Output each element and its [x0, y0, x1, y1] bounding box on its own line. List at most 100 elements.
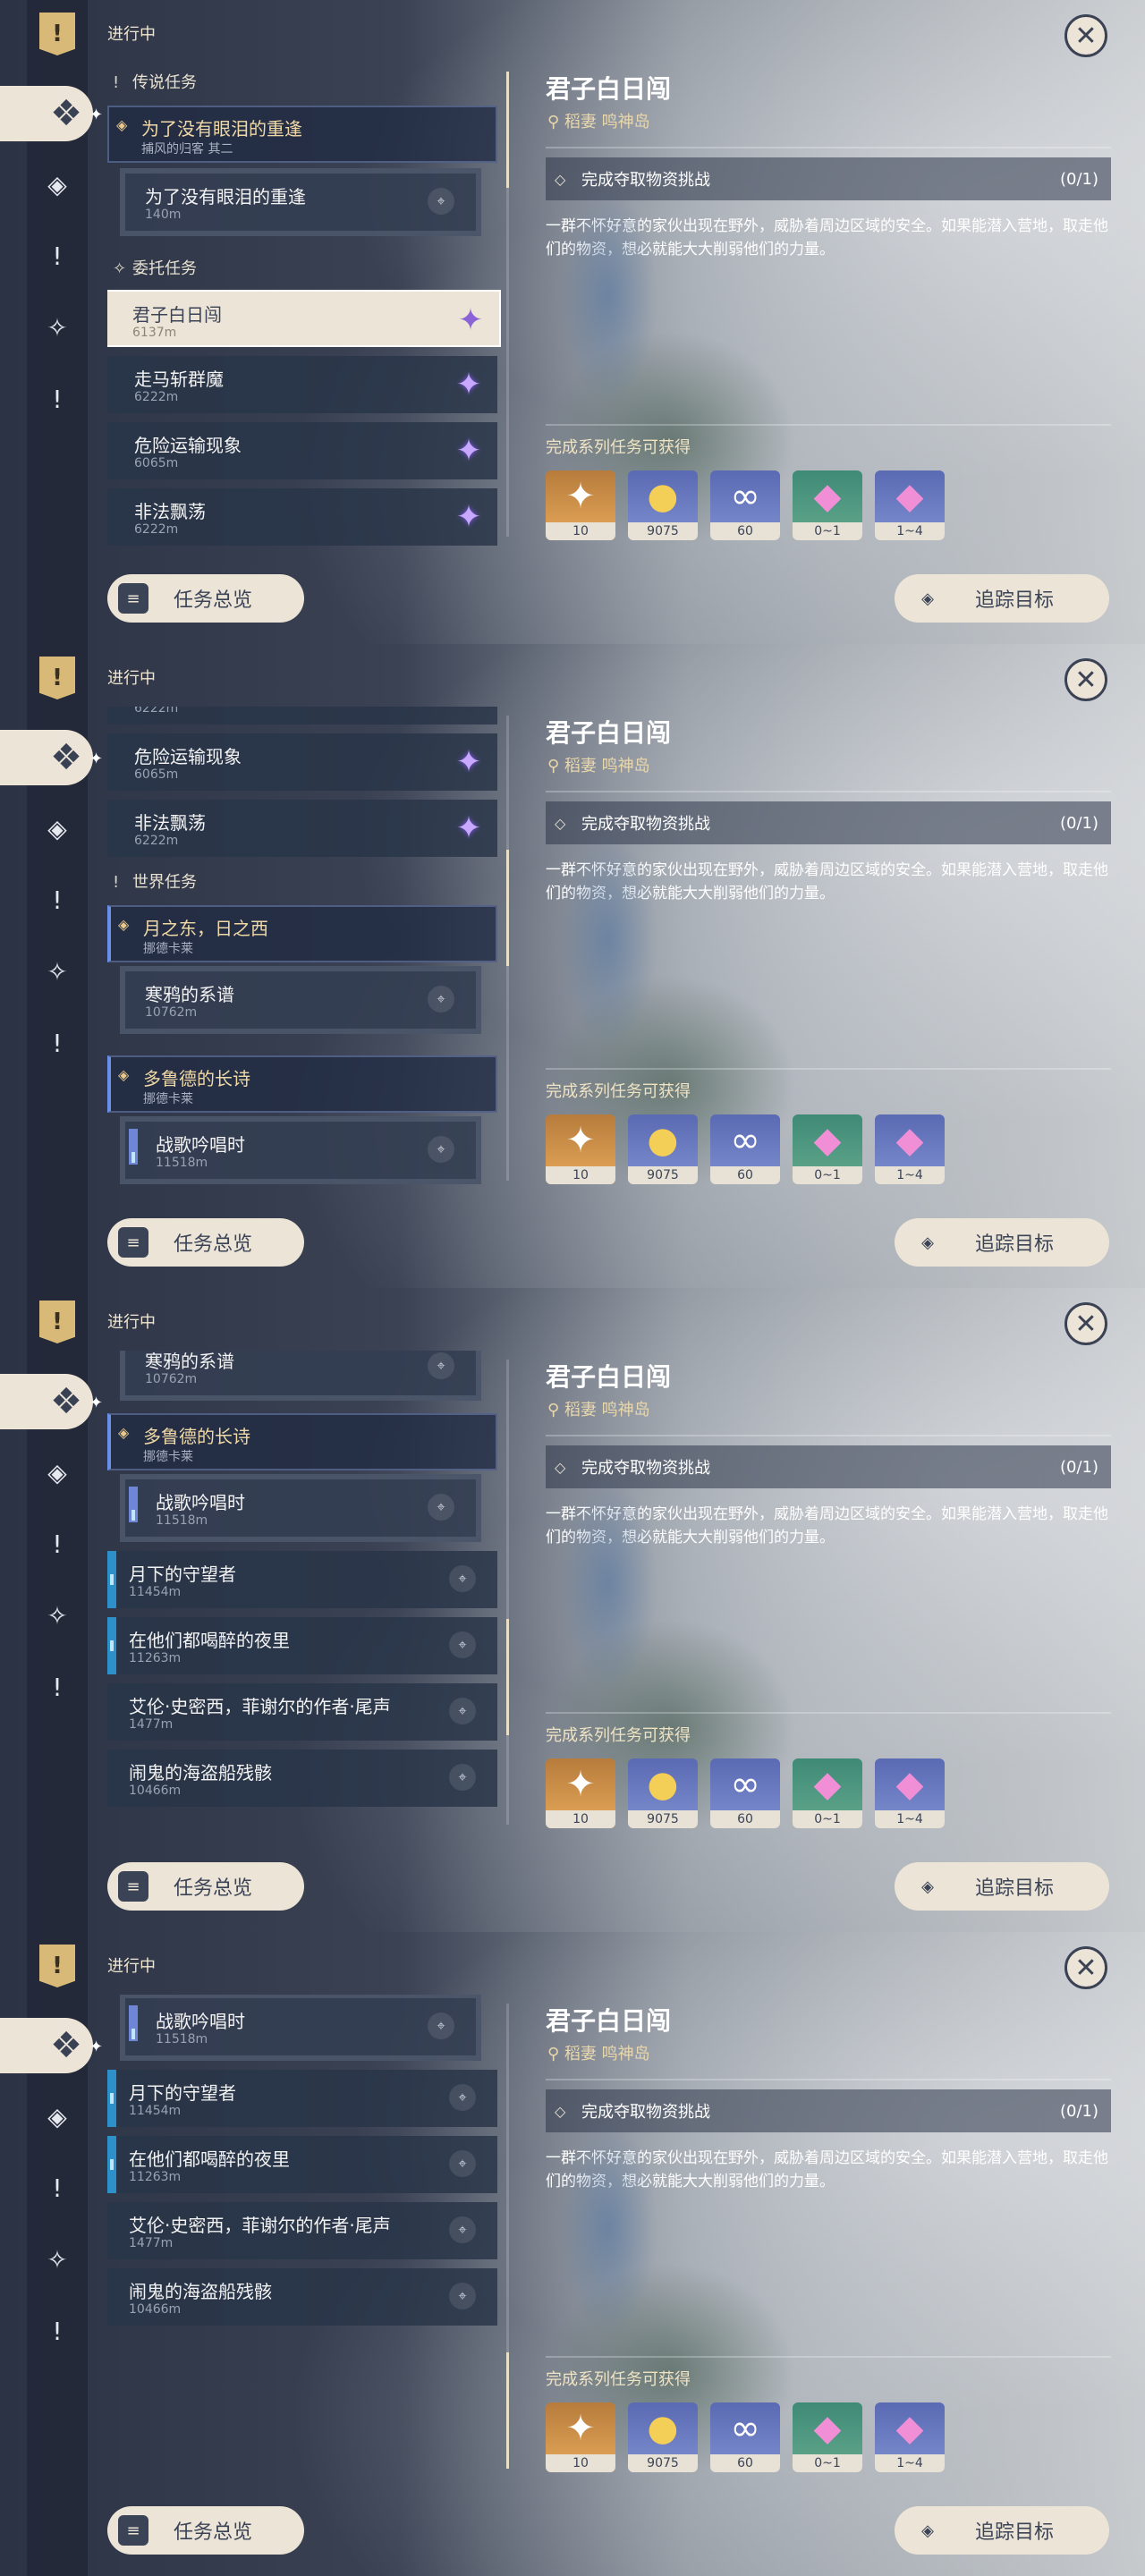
location-pin-icon[interactable]: ⌖ [449, 2216, 476, 2243]
quest-bookmark-icon[interactable]: ! [39, 13, 75, 55]
reward-crystal-shard[interactable]: ◆ 1~4 [875, 1114, 945, 1184]
reward-primogem[interactable]: ✦ 10 [546, 1758, 615, 1828]
location-pin-icon[interactable]: ⌖ [428, 1352, 454, 1379]
reward-fate[interactable]: ∞ 60 [710, 470, 780, 540]
location-pin-icon[interactable]: ⌖ [428, 1494, 454, 1521]
quest-overview-button[interactable]: ≡ 任务总览 [107, 2506, 304, 2555]
legend-quest-header[interactable]: ◈ 为了没有眼泪的重逢 捕风的归客 其二 [107, 106, 497, 163]
world-quest-icon[interactable]: ! [39, 1025, 75, 1061]
location-pin-icon[interactable]: ⌖ [449, 2283, 476, 2309]
location-pin-icon[interactable]: ⌖ [428, 986, 454, 1013]
quest-list[interactable]: 战歌吟唱时 11518m ⌖ 月下的守望者 11454m ⌖ 在他们都喝醉的夜里… [107, 1995, 501, 2478]
close-button[interactable]: ✕ [1064, 1946, 1107, 1989]
scrollbar-thumb[interactable] [506, 72, 509, 188]
location-pin-icon[interactable]: ⌖ [428, 188, 454, 215]
world-quest-icon[interactable]: ! [39, 2313, 75, 2349]
world-quest[interactable]: 月下的守望者 11454m ⌖ [107, 2070, 497, 2127]
world-quest[interactable]: 闹鬼的海盗船残骸 10466m ⌖ [107, 1750, 497, 1807]
world-quest-header[interactable]: ◈ 月之东，日之西 挪德卡莱 [107, 905, 497, 962]
quest-list[interactable]: 寒鸦的系谱 10762m ⌖ ◈ 多鲁德的长诗 挪德卡莱 战歌吟唱时 11518… [107, 1351, 501, 1834]
location-pin-icon[interactable]: ⌖ [449, 1764, 476, 1791]
reward-crystal[interactable]: ◆ 0~1 [793, 2402, 862, 2472]
commission-quest[interactable]: 非法飘荡 6222m ✦ [107, 800, 497, 857]
scrollbar-track[interactable] [506, 1360, 509, 1825]
location-pin-icon[interactable]: ⌖ [449, 2084, 476, 2111]
archon-quest-icon[interactable]: ◈ [39, 810, 75, 846]
quest-overview-button[interactable]: ≡ 任务总览 [107, 1218, 304, 1267]
world-quest[interactable]: 在他们都喝醉的夜里 11263m ⌖ [107, 2136, 497, 2193]
world-quest[interactable]: 艾伦·史密西，菲谢尔的作者·尾声 1477m ⌖ [107, 2202, 497, 2259]
world-sub-quest[interactable]: 寒鸦的系谱 10762m ⌖ [120, 1351, 481, 1401]
commission-quest[interactable]: 走马斩群魔 6222m ✦ [107, 707, 497, 724]
close-button[interactable]: ✕ [1064, 1302, 1107, 1345]
world-sub-quest[interactable]: 战歌吟唱时 11518m ⌖ [120, 1116, 481, 1184]
reward-crystal-shard[interactable]: ◆ 1~4 [875, 2402, 945, 2472]
legend-sub-quest[interactable]: 为了没有眼泪的重逢 140m ⌖ [120, 168, 481, 236]
location-pin-icon[interactable]: ⌖ [428, 2012, 454, 2039]
location-pin-icon[interactable]: ⌖ [449, 1698, 476, 1724]
archon-quest-icon[interactable]: ◈ [39, 2098, 75, 2134]
reward-crystal[interactable]: ◆ 0~1 [793, 470, 862, 540]
reward-fate[interactable]: ∞ 60 [710, 1114, 780, 1184]
world-quest-header[interactable]: ◈ 多鲁德的长诗 挪德卡莱 [107, 1413, 497, 1470]
world-quest[interactable]: 月下的守望者 11454m ⌖ [107, 1551, 497, 1608]
quest-bookmark-icon[interactable]: ! [39, 1945, 75, 1987]
world-quest[interactable]: 闹鬼的海盗船残骸 10466m ⌖ [107, 2268, 497, 2326]
world-quest-icon[interactable]: ! [39, 1669, 75, 1705]
reward-mora[interactable]: ● 9075 [628, 470, 698, 540]
reward-primogem[interactable]: ✦ 10 [546, 470, 615, 540]
story-quest-icon[interactable]: ! [39, 238, 75, 274]
reward-crystal-shard[interactable]: ◆ 1~4 [875, 1758, 945, 1828]
world-quest[interactable]: 在他们都喝醉的夜里 11263m ⌖ [107, 1617, 497, 1674]
track-button[interactable]: ◈ 追踪目标 [895, 574, 1109, 623]
world-quest-icon[interactable]: ! [39, 381, 75, 417]
quest-overview-button[interactable]: ≡ 任务总览 [107, 574, 304, 623]
commission-quest-selected[interactable]: 君子白日闯 6137m ✦ [107, 290, 501, 347]
commission-icon[interactable]: ✧ [39, 1597, 75, 1633]
commission-quest[interactable]: 非法飘荡 6222m ✦ [107, 488, 497, 546]
location-pin-icon[interactable]: ⌖ [449, 1565, 476, 1592]
commission-icon[interactable]: ✧ [39, 953, 75, 989]
track-button[interactable]: ◈ 追踪目标 [895, 2506, 1109, 2555]
location-pin-icon[interactable]: ⌖ [428, 1136, 454, 1163]
track-button[interactable]: ◈ 追踪目标 [895, 1218, 1109, 1267]
world-sub-quest[interactable]: 战歌吟唱时 11518m ⌖ [120, 1995, 481, 2061]
all-quests-tab[interactable]: ❖ [0, 86, 93, 141]
scrollbar-thumb[interactable] [506, 2352, 509, 2469]
quest-overview-button[interactable]: ≡ 任务总览 [107, 1862, 304, 1911]
reward-crystal[interactable]: ◆ 0~1 [793, 1758, 862, 1828]
track-button[interactable]: ◈ 追踪目标 [895, 1862, 1109, 1911]
archon-quest-icon[interactable]: ◈ [39, 1454, 75, 1490]
reward-primogem[interactable]: ✦ 10 [546, 1114, 615, 1184]
archon-quest-icon[interactable]: ◈ [39, 166, 75, 202]
scrollbar-thumb[interactable] [506, 1619, 509, 1735]
all-quests-tab[interactable]: ❖ [0, 2018, 93, 2073]
reward-mora[interactable]: ● 9075 [628, 2402, 698, 2472]
quest-list[interactable]: 走马斩群魔 6222m ✦ 危险运输现象 6065m ✦ 非法飘荡 6222m … [107, 707, 501, 1190]
world-quest-header[interactable]: ◈ 多鲁德的长诗 挪德卡莱 [107, 1055, 497, 1113]
scrollbar-thumb[interactable] [506, 850, 509, 966]
commission-quest[interactable]: 危险运输现象 6065m ✦ [107, 422, 497, 479]
commission-quest[interactable]: 危险运输现象 6065m ✦ [107, 733, 497, 791]
commission-quest[interactable]: 走马斩群魔 6222m ✦ [107, 356, 497, 413]
reward-crystal-shard[interactable]: ◆ 1~4 [875, 470, 945, 540]
reward-fate[interactable]: ∞ 60 [710, 1758, 780, 1828]
all-quests-tab[interactable]: ❖ [0, 730, 93, 785]
quest-bookmark-icon[interactable]: ! [39, 1301, 75, 1343]
location-pin-icon[interactable]: ⌖ [449, 1631, 476, 1658]
reward-fate[interactable]: ∞ 60 [710, 2402, 780, 2472]
world-sub-quest[interactable]: 寒鸦的系谱 10762m ⌖ [120, 966, 481, 1034]
story-quest-icon[interactable]: ! [39, 882, 75, 918]
story-quest-icon[interactable]: ! [39, 2170, 75, 2206]
reward-mora[interactable]: ● 9075 [628, 1114, 698, 1184]
reward-mora[interactable]: ● 9075 [628, 1758, 698, 1828]
quest-bookmark-icon[interactable]: ! [39, 657, 75, 699]
world-quest[interactable]: 艾伦·史密西，菲谢尔的作者·尾声 1477m ⌖ [107, 1683, 497, 1741]
world-sub-quest[interactable]: 战歌吟唱时 11518m ⌖ [120, 1474, 481, 1542]
close-button[interactable]: ✕ [1064, 14, 1107, 57]
reward-primogem[interactable]: ✦ 10 [546, 2402, 615, 2472]
reward-crystal[interactable]: ◆ 0~1 [793, 1114, 862, 1184]
close-button[interactable]: ✕ [1064, 658, 1107, 701]
commission-icon[interactable]: ✧ [39, 2241, 75, 2277]
location-pin-icon[interactable]: ⌖ [449, 2150, 476, 2177]
